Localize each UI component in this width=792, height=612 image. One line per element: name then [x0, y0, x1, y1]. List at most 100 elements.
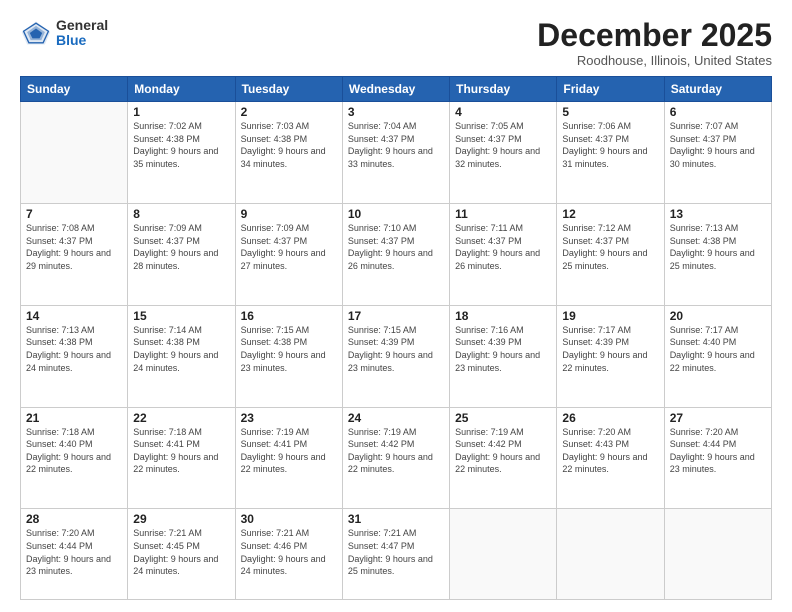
day-info: Sunrise: 7:18 AMSunset: 4:40 PMDaylight:… — [26, 426, 122, 476]
day-info: Sunrise: 7:21 AMSunset: 4:46 PMDaylight:… — [241, 527, 337, 577]
weekday-header: Thursday — [450, 77, 557, 102]
calendar-cell: 16Sunrise: 7:15 AMSunset: 4:38 PMDayligh… — [235, 305, 342, 407]
logo-text: General Blue — [56, 18, 108, 49]
weekday-header: Sunday — [21, 77, 128, 102]
day-number: 19 — [562, 309, 658, 323]
day-number: 31 — [348, 512, 444, 526]
day-info: Sunrise: 7:15 AMSunset: 4:39 PMDaylight:… — [348, 324, 444, 374]
day-info: Sunrise: 7:10 AMSunset: 4:37 PMDaylight:… — [348, 222, 444, 272]
day-info: Sunrise: 7:13 AMSunset: 4:38 PMDaylight:… — [26, 324, 122, 374]
page: General Blue December 2025 Roodhouse, Il… — [0, 0, 792, 612]
week-row: 14Sunrise: 7:13 AMSunset: 4:38 PMDayligh… — [21, 305, 772, 407]
calendar-cell: 13Sunrise: 7:13 AMSunset: 4:38 PMDayligh… — [664, 204, 771, 306]
weekday-header-row: SundayMondayTuesdayWednesdayThursdayFrid… — [21, 77, 772, 102]
logo-icon — [20, 19, 52, 47]
day-number: 18 — [455, 309, 551, 323]
day-number: 5 — [562, 105, 658, 119]
calendar-cell — [21, 102, 128, 204]
day-info: Sunrise: 7:12 AMSunset: 4:37 PMDaylight:… — [562, 222, 658, 272]
day-number: 23 — [241, 411, 337, 425]
day-info: Sunrise: 7:14 AMSunset: 4:38 PMDaylight:… — [133, 324, 229, 374]
weekday-header: Monday — [128, 77, 235, 102]
day-number: 14 — [26, 309, 122, 323]
calendar-cell: 21Sunrise: 7:18 AMSunset: 4:40 PMDayligh… — [21, 407, 128, 509]
calendar-cell: 26Sunrise: 7:20 AMSunset: 4:43 PMDayligh… — [557, 407, 664, 509]
day-info: Sunrise: 7:09 AMSunset: 4:37 PMDaylight:… — [133, 222, 229, 272]
day-number: 24 — [348, 411, 444, 425]
calendar-cell: 20Sunrise: 7:17 AMSunset: 4:40 PMDayligh… — [664, 305, 771, 407]
day-number: 13 — [670, 207, 766, 221]
calendar-cell: 17Sunrise: 7:15 AMSunset: 4:39 PMDayligh… — [342, 305, 449, 407]
day-info: Sunrise: 7:21 AMSunset: 4:47 PMDaylight:… — [348, 527, 444, 577]
calendar-cell: 4Sunrise: 7:05 AMSunset: 4:37 PMDaylight… — [450, 102, 557, 204]
calendar-cell: 31Sunrise: 7:21 AMSunset: 4:47 PMDayligh… — [342, 509, 449, 600]
calendar-cell: 14Sunrise: 7:13 AMSunset: 4:38 PMDayligh… — [21, 305, 128, 407]
logo-general: General — [56, 18, 108, 33]
day-info: Sunrise: 7:05 AMSunset: 4:37 PMDaylight:… — [455, 120, 551, 170]
day-number: 6 — [670, 105, 766, 119]
logo: General Blue — [20, 18, 108, 49]
day-number: 17 — [348, 309, 444, 323]
calendar-cell: 28Sunrise: 7:20 AMSunset: 4:44 PMDayligh… — [21, 509, 128, 600]
calendar-cell: 11Sunrise: 7:11 AMSunset: 4:37 PMDayligh… — [450, 204, 557, 306]
day-info: Sunrise: 7:17 AMSunset: 4:39 PMDaylight:… — [562, 324, 658, 374]
calendar-cell: 5Sunrise: 7:06 AMSunset: 4:37 PMDaylight… — [557, 102, 664, 204]
location: Roodhouse, Illinois, United States — [537, 53, 772, 68]
weekday-header: Saturday — [664, 77, 771, 102]
day-info: Sunrise: 7:19 AMSunset: 4:42 PMDaylight:… — [455, 426, 551, 476]
header: General Blue December 2025 Roodhouse, Il… — [20, 18, 772, 68]
day-info: Sunrise: 7:02 AMSunset: 4:38 PMDaylight:… — [133, 120, 229, 170]
calendar-cell — [557, 509, 664, 600]
day-number: 30 — [241, 512, 337, 526]
weekday-header: Friday — [557, 77, 664, 102]
week-row: 28Sunrise: 7:20 AMSunset: 4:44 PMDayligh… — [21, 509, 772, 600]
day-number: 25 — [455, 411, 551, 425]
day-info: Sunrise: 7:04 AMSunset: 4:37 PMDaylight:… — [348, 120, 444, 170]
day-info: Sunrise: 7:07 AMSunset: 4:37 PMDaylight:… — [670, 120, 766, 170]
day-info: Sunrise: 7:09 AMSunset: 4:37 PMDaylight:… — [241, 222, 337, 272]
calendar-cell: 3Sunrise: 7:04 AMSunset: 4:37 PMDaylight… — [342, 102, 449, 204]
calendar-cell: 9Sunrise: 7:09 AMSunset: 4:37 PMDaylight… — [235, 204, 342, 306]
day-number: 12 — [562, 207, 658, 221]
calendar-cell: 12Sunrise: 7:12 AMSunset: 4:37 PMDayligh… — [557, 204, 664, 306]
week-row: 21Sunrise: 7:18 AMSunset: 4:40 PMDayligh… — [21, 407, 772, 509]
day-info: Sunrise: 7:18 AMSunset: 4:41 PMDaylight:… — [133, 426, 229, 476]
day-number: 9 — [241, 207, 337, 221]
calendar-cell: 24Sunrise: 7:19 AMSunset: 4:42 PMDayligh… — [342, 407, 449, 509]
day-info: Sunrise: 7:08 AMSunset: 4:37 PMDaylight:… — [26, 222, 122, 272]
day-info: Sunrise: 7:13 AMSunset: 4:38 PMDaylight:… — [670, 222, 766, 272]
month-title: December 2025 — [537, 18, 772, 53]
calendar-cell: 8Sunrise: 7:09 AMSunset: 4:37 PMDaylight… — [128, 204, 235, 306]
weekday-header: Wednesday — [342, 77, 449, 102]
calendar-cell: 15Sunrise: 7:14 AMSunset: 4:38 PMDayligh… — [128, 305, 235, 407]
week-row: 1Sunrise: 7:02 AMSunset: 4:38 PMDaylight… — [21, 102, 772, 204]
day-number: 1 — [133, 105, 229, 119]
title-block: December 2025 Roodhouse, Illinois, Unite… — [537, 18, 772, 68]
day-number: 21 — [26, 411, 122, 425]
day-number: 29 — [133, 512, 229, 526]
calendar-cell: 10Sunrise: 7:10 AMSunset: 4:37 PMDayligh… — [342, 204, 449, 306]
calendar-cell: 19Sunrise: 7:17 AMSunset: 4:39 PMDayligh… — [557, 305, 664, 407]
day-number: 7 — [26, 207, 122, 221]
day-info: Sunrise: 7:16 AMSunset: 4:39 PMDaylight:… — [455, 324, 551, 374]
day-number: 10 — [348, 207, 444, 221]
calendar-cell: 7Sunrise: 7:08 AMSunset: 4:37 PMDaylight… — [21, 204, 128, 306]
calendar-cell: 29Sunrise: 7:21 AMSunset: 4:45 PMDayligh… — [128, 509, 235, 600]
calendar-cell: 23Sunrise: 7:19 AMSunset: 4:41 PMDayligh… — [235, 407, 342, 509]
day-number: 26 — [562, 411, 658, 425]
day-number: 22 — [133, 411, 229, 425]
calendar-cell: 22Sunrise: 7:18 AMSunset: 4:41 PMDayligh… — [128, 407, 235, 509]
calendar-cell: 30Sunrise: 7:21 AMSunset: 4:46 PMDayligh… — [235, 509, 342, 600]
day-number: 15 — [133, 309, 229, 323]
day-info: Sunrise: 7:03 AMSunset: 4:38 PMDaylight:… — [241, 120, 337, 170]
day-number: 4 — [455, 105, 551, 119]
day-info: Sunrise: 7:20 AMSunset: 4:44 PMDaylight:… — [670, 426, 766, 476]
day-info: Sunrise: 7:19 AMSunset: 4:41 PMDaylight:… — [241, 426, 337, 476]
calendar-cell: 27Sunrise: 7:20 AMSunset: 4:44 PMDayligh… — [664, 407, 771, 509]
calendar-cell — [664, 509, 771, 600]
day-info: Sunrise: 7:20 AMSunset: 4:44 PMDaylight:… — [26, 527, 122, 577]
logo-blue: Blue — [56, 33, 108, 48]
day-info: Sunrise: 7:20 AMSunset: 4:43 PMDaylight:… — [562, 426, 658, 476]
day-number: 20 — [670, 309, 766, 323]
day-number: 3 — [348, 105, 444, 119]
